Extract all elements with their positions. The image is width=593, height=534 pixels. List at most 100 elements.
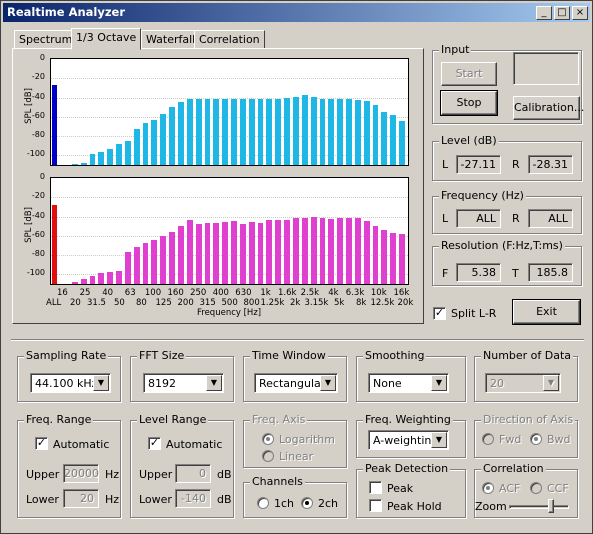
freq-range-auto-label: Automatic <box>53 438 110 451</box>
chevron-down-icon: ▼ <box>320 375 336 391</box>
level-range-auto-checkbox[interactable]: ✓ <box>148 437 161 450</box>
bar <box>293 218 299 284</box>
zoom-label: Zoom <box>475 500 507 513</box>
freq-range-upper-field[interactable]: 20000 <box>63 464 99 483</box>
bwd-radio[interactable] <box>530 433 542 445</box>
channel-2ch-radio[interactable] <box>301 497 313 509</box>
level-range-lower-field[interactable]: -140 <box>175 489 211 508</box>
x-tick-label: 100 <box>144 288 162 298</box>
tab-waterfall[interactable]: Waterfall <box>141 30 201 49</box>
bar <box>142 242 149 284</box>
bar <box>222 222 229 284</box>
smoothing-label: Smoothing <box>363 349 427 362</box>
x-tick-label: 8k <box>356 298 367 308</box>
bar <box>319 217 326 284</box>
start-button[interactable]: Start <box>441 62 497 86</box>
tab-correlation[interactable]: Correlation <box>194 30 265 49</box>
level-range-upper-unit: dB <box>217 468 232 481</box>
plot-left-channel <box>50 58 409 166</box>
x-tick-label: 2k <box>290 298 301 308</box>
y-tick-label: -20 <box>31 72 45 82</box>
x-tick-label: 1.6k <box>278 288 297 298</box>
x-tick-label: 200 <box>177 298 194 308</box>
zoom-slider-track[interactable] <box>509 505 569 509</box>
x-tick-label: 50 <box>114 298 125 308</box>
resolution-t-label: T <box>512 267 519 280</box>
bar <box>301 94 308 165</box>
level-range-upper-field[interactable]: 0 <box>175 464 211 483</box>
number-of-data-select[interactable]: 20 ▼ <box>485 373 561 393</box>
sampling-rate-label: Sampling Rate <box>24 349 109 362</box>
x-tick-label: 6.3k <box>345 288 365 298</box>
channels-label: Channels <box>250 475 305 488</box>
level-l-label: L <box>442 158 449 171</box>
bwd-label: Bwd <box>547 433 571 446</box>
freq-range-lower-field[interactable]: 20 <box>63 489 99 508</box>
bar <box>372 226 379 284</box>
close-icon[interactable]: × <box>572 6 588 20</box>
bar <box>284 97 290 165</box>
exit-button[interactable]: Exit <box>512 299 581 325</box>
bar <box>124 252 131 284</box>
fwd-radio[interactable] <box>482 433 494 445</box>
bar <box>107 148 114 165</box>
ccf-radio[interactable] <box>530 482 542 494</box>
bar <box>160 113 167 165</box>
x-tick-label: 10k <box>370 288 387 298</box>
linear-radio[interactable] <box>262 450 274 462</box>
separator <box>11 339 584 341</box>
x-tick-label: 500 <box>221 298 238 308</box>
smoothing-select[interactable]: None ▼ <box>368 373 449 393</box>
maximize-icon[interactable]: □ <box>554 6 570 20</box>
bar <box>160 235 167 284</box>
bar <box>213 223 220 284</box>
direction-of-axis-label: Direction of Axis <box>481 413 576 426</box>
bar-all <box>52 85 57 165</box>
freq-weighting-select[interactable]: A-weighting ▼ <box>368 430 449 450</box>
bar <box>257 98 264 165</box>
split-lr-checkbox[interactable]: ✓ <box>433 307 446 320</box>
stop-button[interactable]: Stop <box>440 90 498 116</box>
peak-checkbox[interactable] <box>369 481 382 494</box>
x-tick-label: 25 <box>79 288 91 298</box>
peak-hold-checkbox[interactable] <box>369 499 382 512</box>
channel-2ch-label: 2ch <box>318 497 339 510</box>
bar <box>71 164 78 165</box>
gridline <box>51 197 408 199</box>
level-range-label: Level Range <box>137 413 209 426</box>
tab-spectrum[interactable]: Spectrum <box>14 30 78 49</box>
minimize-icon[interactable]: _ <box>536 6 552 20</box>
bar <box>390 114 397 165</box>
bar <box>284 220 290 284</box>
bar <box>186 99 193 165</box>
fft-size-value: 8192 <box>148 377 176 390</box>
frequency-group-label: Frequency (Hz) <box>439 189 526 202</box>
bar <box>372 105 379 165</box>
tab-one-third-octave[interactable]: 1/3 Octave <box>71 28 142 50</box>
calibration-button[interactable]: Calibration... <box>513 96 584 120</box>
bar <box>98 273 105 284</box>
sampling-rate-value: 44.100 kHz <box>35 377 98 390</box>
window-title: Realtime Analyzer <box>7 5 126 19</box>
bar <box>310 216 317 284</box>
bar <box>116 270 122 284</box>
bar <box>142 122 149 165</box>
acf-radio[interactable] <box>482 482 494 494</box>
peak-label: Peak <box>387 482 414 495</box>
bar <box>354 100 361 165</box>
y-tick-label: 0 <box>39 172 45 181</box>
x-tick-label: 31.5 <box>87 298 106 308</box>
bar <box>328 99 335 165</box>
sampling-rate-select[interactable]: 44.100 kHz ▼ <box>30 373 111 393</box>
freq-range-auto-checkbox[interactable]: ✓ <box>35 437 48 450</box>
bar <box>213 98 220 165</box>
gridline <box>51 216 408 218</box>
x-tick-label: ALL <box>46 298 62 308</box>
fft-size-label: FFT Size <box>137 349 187 362</box>
bar <box>346 99 352 165</box>
time-window-select[interactable]: Rectangular ▼ <box>254 373 338 393</box>
logarithm-radio[interactable] <box>262 433 274 445</box>
zoom-slider-thumb[interactable] <box>547 499 554 513</box>
channel-1ch-radio[interactable] <box>257 497 269 509</box>
fft-size-select[interactable]: 8192 ▼ <box>143 373 224 393</box>
